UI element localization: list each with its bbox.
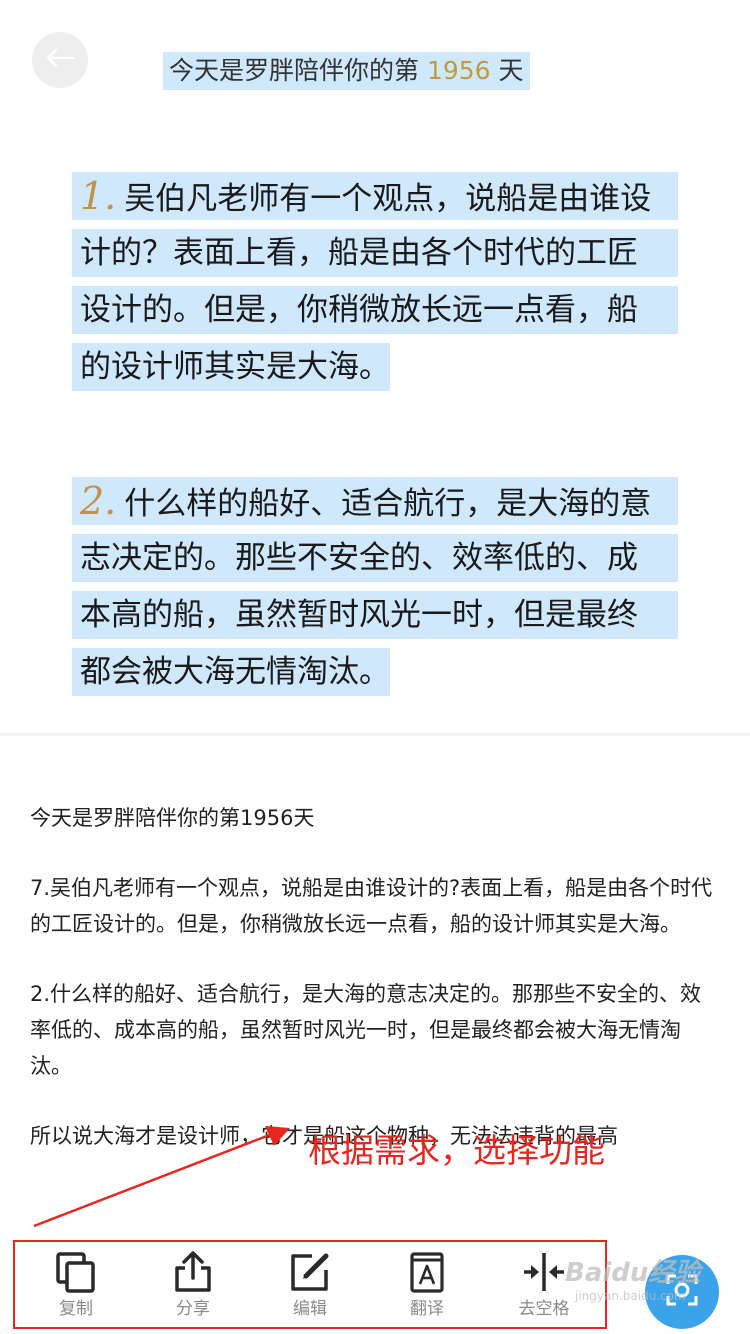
back-button[interactable] [32, 32, 88, 88]
floating-action-button[interactable] [645, 1255, 719, 1329]
arrow-left-icon [45, 47, 75, 73]
paragraph-line: 计的？表面上看，船是由各个时代的工匠 [72, 229, 678, 277]
action-toolbar: 复制 分享 编辑 翻译 去空格 [13, 1240, 607, 1329]
paragraph-line: 本高的船，虽然暂时风光一时，但是最终 [72, 591, 678, 639]
line-text: 的设计师其实是大海。 [80, 349, 390, 385]
capture-icon [664, 1272, 700, 1312]
remove-spaces-button[interactable]: 去空格 [499, 1250, 589, 1320]
paragraph-marker: 2. [80, 479, 117, 523]
line-text: 吴伯凡老师有一个观点，说船是由谁设 [124, 181, 652, 217]
edit-label: 编辑 [293, 1298, 327, 1319]
paragraph-line: 的设计师其实是大海。 [72, 343, 390, 391]
paragraph-line: 1. 吴伯凡老师有一个观点，说船是由谁设 [72, 172, 678, 220]
translate-button[interactable]: 翻译 [382, 1250, 472, 1320]
compress-horizontal-icon [522, 1250, 566, 1294]
translate-label: 翻译 [410, 1298, 444, 1319]
translate-icon [405, 1250, 449, 1294]
paragraph-line: 设计的。但是，你稍微放长远一点看，船 [72, 286, 678, 334]
share-icon [171, 1250, 215, 1294]
title-prefix: 今天是罗胖陪伴你的第 [169, 56, 427, 85]
image-title: 今天是罗胖陪伴你的第 1956 天 [163, 52, 530, 90]
line-text: 志决定的。那些不安全的、效率低的、成 [80, 540, 638, 576]
paragraph-line: 都会被大海无情淘汰。 [72, 648, 390, 696]
ocr-paragraph[interactable]: 7.吴伯凡老师有一个观点，说船是由谁设计的?表面上看，船是由各个时代的工匠设计的… [30, 870, 720, 942]
ocr-paragraph[interactable]: 今天是罗胖陪伴你的第1956天 [30, 800, 720, 836]
remove-spaces-label: 去空格 [518, 1298, 570, 1319]
edit-button[interactable]: 编辑 [265, 1250, 355, 1320]
share-label: 分享 [176, 1298, 210, 1319]
copy-button[interactable]: 复制 [31, 1250, 121, 1320]
paragraph-line: 2. 什么样的船好、适合航行，是大海的意 [72, 477, 678, 525]
share-button[interactable]: 分享 [148, 1250, 238, 1320]
line-text: 都会被大海无情淘汰。 [80, 654, 390, 690]
title-suffix: 天 [490, 56, 524, 85]
ocr-paragraph[interactable]: 2.什么样的船好、适合航行，是大海的意志决定的。那那些不安全的、效率低的、成本高… [30, 976, 720, 1084]
copy-label: 复制 [59, 1298, 93, 1319]
highlighted-paragraph-1: 1. 吴伯凡老师有一个观点，说船是由谁设 计的？表面上看，船是由各个时代的工匠 设… [72, 172, 678, 419]
edit-icon [288, 1250, 332, 1294]
line-text: 什么样的船好、适合航行，是大海的意 [124, 486, 652, 522]
paragraph-line: 志决定的。那些不安全的、效率低的、成 [72, 534, 678, 582]
annotation-text: 根据需求，选择功能 [308, 1131, 605, 1170]
section-divider [0, 733, 750, 736]
title-number: 1956 [426, 56, 491, 85]
line-text: 设计的。但是，你稍微放长远一点看，船 [80, 292, 638, 328]
paragraph-marker: 1. [80, 174, 117, 218]
line-text: 计的？表面上看，船是由各个时代的工匠 [80, 235, 638, 271]
line-text: 本高的船，虽然暂时风光一时，但是最终 [80, 597, 638, 633]
highlighted-paragraph-2: 2. 什么样的船好、适合航行，是大海的意 志决定的。那些不安全的、效率低的、成 本… [72, 477, 678, 724]
source-image: 今天是罗胖陪伴你的第 1956 天 1. 吴伯凡老师有一个观点，说船是由谁设 计的… [0, 0, 750, 733]
copy-icon [54, 1250, 98, 1294]
